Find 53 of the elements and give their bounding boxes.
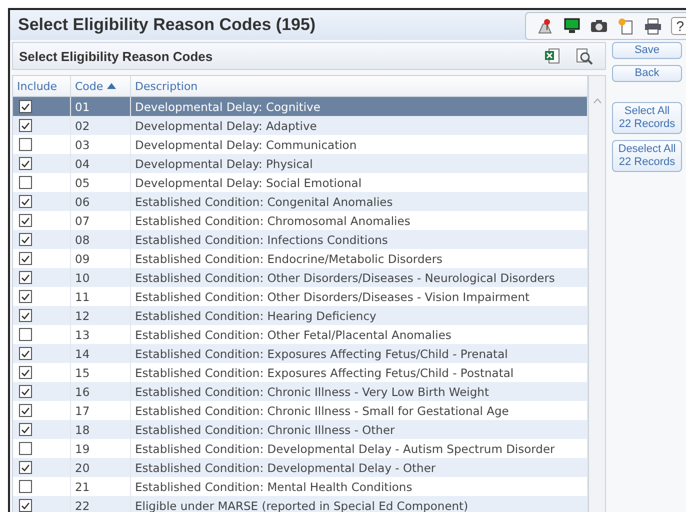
column-header[interactable]: Include <box>13 76 71 96</box>
action-button[interactable]: Select All 22 Records <box>612 102 682 134</box>
help-button[interactable]: ? <box>671 17 686 35</box>
panel-title: Select Eligibility Reason Codes <box>19 48 213 64</box>
checkbox[interactable] <box>19 157 32 170</box>
checkbox[interactable] <box>19 119 32 132</box>
table-row[interactable]: 01 Developmental Delay: Cognitive <box>13 97 588 116</box>
checkbox[interactable] <box>19 195 32 208</box>
magnifier-document-icon[interactable] <box>575 47 593 65</box>
checkbox[interactable] <box>19 499 32 512</box>
checkbox[interactable] <box>19 290 32 303</box>
checkbox[interactable] <box>19 252 32 265</box>
checkbox[interactable] <box>19 423 32 436</box>
checkbox[interactable] <box>19 461 32 474</box>
table-row[interactable]: 02 Developmental Delay: Adaptive <box>13 116 588 135</box>
checkbox[interactable] <box>19 347 32 360</box>
table-row[interactable]: 22 Eligible under MARSE (reported in Special Ed Component) <box>13 496 588 512</box>
checkbox[interactable] <box>19 404 32 417</box>
scrollbar[interactable] <box>588 76 605 512</box>
table-row[interactable]: 20 Established Condition: Developmental Delay - Other <box>13 458 588 477</box>
checkbox[interactable] <box>19 442 32 455</box>
table-row[interactable]: 06 Established Condition: Congenital Anomalies <box>13 192 588 211</box>
checkbox[interactable] <box>19 100 32 113</box>
table-row[interactable]: 12 Established Condition: Hearing Deficiency <box>13 306 588 325</box>
printer-icon[interactable] <box>644 17 662 35</box>
checkbox[interactable] <box>19 271 32 284</box>
checkbox[interactable] <box>19 385 32 398</box>
column-header[interactable]: Code <box>71 76 131 96</box>
new-document-icon[interactable] <box>617 17 636 35</box>
sort-ascending-icon <box>107 83 116 89</box>
checkbox[interactable] <box>19 480 32 493</box>
checkbox[interactable] <box>19 328 32 341</box>
monitor-icon[interactable] <box>563 17 582 35</box>
code-cell: 22 <box>71 496 131 512</box>
checkbox[interactable] <box>19 309 32 322</box>
checkbox[interactable] <box>19 214 32 227</box>
camera-icon[interactable] <box>590 17 608 35</box>
table-row[interactable]: 04 Developmental Delay: Physical <box>13 154 588 173</box>
action-button[interactable]: Deselect All 22 Records <box>612 140 682 172</box>
page-title: Select Eligibility Reason Codes (195) <box>18 15 316 35</box>
table-row[interactable]: 18 Established Condition: Chronic Illness - Other <box>13 420 588 439</box>
map-pin-icon[interactable] <box>536 17 554 35</box>
table-row[interactable]: 10 Established Condition: Other Disorders/Diseases - Neurological Disorders <box>13 268 588 287</box>
action-button[interactable]: Save <box>612 42 682 59</box>
checkbox[interactable] <box>19 176 32 189</box>
table-row[interactable]: 08 Established Condition: Infections Conditions <box>13 230 588 249</box>
action-button[interactable]: Back <box>612 65 682 82</box>
table-row[interactable]: 16 Established Condition: Chronic Illness - Very Low Birth Weight <box>13 382 588 401</box>
spreadsheet-export-icon[interactable] <box>543 47 561 65</box>
table-row[interactable]: 14 Established Condition: Exposures Affecting Fetus/Child - Prenatal <box>13 344 588 363</box>
checkbox[interactable] <box>19 233 32 246</box>
checkbox[interactable] <box>19 138 32 151</box>
checkbox[interactable] <box>19 366 32 379</box>
